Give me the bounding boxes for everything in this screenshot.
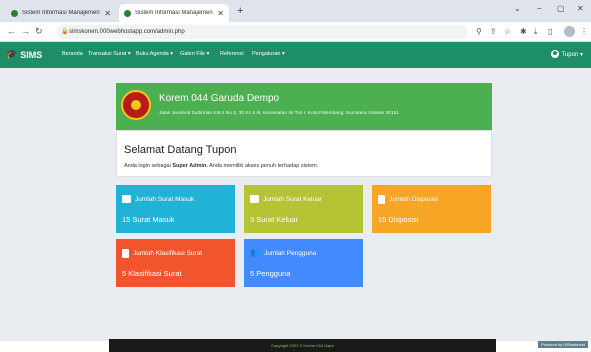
forward-icon[interactable]: → <box>21 26 30 36</box>
favicon-icon <box>11 9 18 17</box>
favicon-icon <box>124 9 131 17</box>
new-tab-button[interactable]: + <box>237 5 243 17</box>
maximize-button[interactable]: ▢ <box>557 4 565 13</box>
document-icon <box>378 195 385 204</box>
card-label: Jumlah Surat Keluar <box>263 195 322 203</box>
welcome-sub-role: Super Admin. <box>172 163 208 169</box>
back-icon[interactable]: ← <box>7 26 16 36</box>
browser-tab-strip: Sistem Informasi Manajemen Su ✕ Sistem I… <box>0 0 591 22</box>
header-title: Korem 044 Garuda Dempo <box>159 93 280 104</box>
close-window-button[interactable]: ✕ <box>577 4 584 13</box>
browser-menu-icon[interactable]: ⋮ <box>580 27 588 36</box>
url-field[interactable]: 🔒 simskorem.000webhostapp.com/admin.php <box>57 25 467 39</box>
card-value: 15 Disposisi <box>378 215 419 224</box>
extensions-icon[interactable]: ✱ <box>520 27 527 36</box>
card-header: Jumlah Surat Keluar <box>250 195 322 203</box>
card-header: Jumlah Klasifikasi Surat <box>122 249 202 258</box>
share-icon[interactable]: ⇪ <box>490 27 497 36</box>
stat-card-surat-keluar[interactable]: Jumlah Surat Keluar 3 Surat Keluar <box>244 185 363 233</box>
header-address: Jalan Jenderal Sudirman KM 4 No 5, 30 Kc… <box>159 111 399 116</box>
tab-search-icon[interactable]: ⌄ <box>514 4 521 13</box>
browser-tab-1[interactable]: Sistem Informasi Manajemen Su ✕ <box>6 4 116 22</box>
user-name: Tupon ▾ <box>561 51 583 58</box>
user-icon <box>550 50 559 58</box>
reload-icon[interactable]: ↻ <box>35 26 43 37</box>
welcome-sub-prefix: Anda login sebagai <box>124 163 173 169</box>
tab-title: Sistem Informasi Manajemen Su <box>22 10 101 16</box>
minimize-button[interactable]: − <box>537 4 542 13</box>
stat-card-pengguna[interactable]: 👥 Jumlah Pengguna 5 Pengguna <box>244 239 363 287</box>
close-tab-icon[interactable]: ✕ <box>104 9 111 18</box>
header-card: Korem 044 Garuda Dempo Jalan Jenderal Su… <box>116 83 492 132</box>
card-label: Jumlah Pengguna <box>263 249 317 257</box>
welcome-card: Selamat Datang Tupon Anda login sebagai … <box>116 130 492 177</box>
menu-item-referensi[interactable]: Referensi <box>220 51 244 57</box>
welcome-subtitle: Anda login sebagai Super Admin. Anda mem… <box>124 163 318 169</box>
app-navbar: 🎓 SIMS Beranda Transaksi Surat ▾ Buku Ag… <box>0 42 591 68</box>
menu-item-transaksi-surat[interactable]: Transaksi Surat ▾ <box>88 51 131 57</box>
zoom-icon[interactable]: ⚲ <box>476 27 482 36</box>
book-icon <box>122 249 129 258</box>
brand[interactable]: 🎓 SIMS <box>6 49 42 60</box>
tab-title: Sistem Informasi Manajemen Su <box>135 10 214 16</box>
user-menu[interactable]: Tupon ▾ <box>550 50 583 58</box>
card-label: Jumlah Klasifikasi Surat <box>133 250 202 257</box>
card-header: 👥 Jumlah Pengguna <box>250 249 316 257</box>
card-value: 15 Surat Masuk <box>122 215 175 224</box>
sidebar-icon[interactable]: ▯ <box>548 27 552 36</box>
menu-item-pengaturan[interactable]: Pengaturan ▾ <box>252 51 285 57</box>
menu-item-buku-agenda[interactable]: Buku Agenda ▾ <box>136 51 173 57</box>
download-icon[interactable]: ⤓ <box>534 27 538 37</box>
lock-icon: 🔒 <box>61 29 69 35</box>
menu-item-galeri-file[interactable]: Galeri File ▾ <box>180 51 209 57</box>
host-promo-badge[interactable]: Powered by 000webhost <box>538 341 588 348</box>
browser-tab-2[interactable]: Sistem Informasi Manajemen Su ✕ <box>119 4 229 22</box>
card-header: Jumlah Disposisi <box>378 195 438 204</box>
card-value: 5 Pengguna <box>250 269 291 278</box>
profile-avatar[interactable] <box>564 26 575 37</box>
card-label: Jumlah Disposisi <box>389 196 438 203</box>
graduation-cap-icon: 🎓 <box>6 49 18 59</box>
stat-card-surat-masuk[interactable]: Jumlah Surat Masuk 15 Surat Masuk <box>116 185 235 233</box>
main-content: Korem 044 Garuda Dempo Jalan Jenderal Su… <box>0 68 591 341</box>
bookmark-star-icon[interactable]: ☆ <box>504 27 511 36</box>
card-label: Jumlah Surat Masuk <box>135 195 195 203</box>
korem-emblem-logo <box>121 90 151 120</box>
close-tab-icon[interactable]: ✕ <box>217 9 224 18</box>
welcome-title: Selamat Datang Tupon <box>124 144 237 156</box>
users-icon: 👥 <box>250 248 260 257</box>
card-header: Jumlah Surat Masuk <box>122 195 194 203</box>
card-value: 5 Klasifikasi Surat <box>122 269 182 278</box>
stat-card-disposisi[interactable]: Jumlah Disposisi 15 Disposisi <box>372 185 491 233</box>
mail-icon <box>122 195 131 203</box>
address-bar-row: ← → ↻ 🔒 simskorem.000webhostapp.com/admi… <box>0 22 591 42</box>
url-text: simskorem.000webhostapp.com/admin.php <box>69 29 185 35</box>
page-footer: Copyright 2021 © Korem 044 Gapo <box>109 339 496 352</box>
stat-card-klasifikasi[interactable]: Jumlah Klasifikasi Surat 5 Klasifikasi S… <box>116 239 235 287</box>
welcome-sub-suffix: Anda memiliki akses penuh terhadap siste… <box>207 163 319 169</box>
brand-name: SIMS <box>20 49 43 60</box>
card-value: 3 Surat Keluar <box>250 215 298 224</box>
outbox-icon <box>250 195 259 203</box>
menu-item-beranda[interactable]: Beranda <box>62 51 83 57</box>
